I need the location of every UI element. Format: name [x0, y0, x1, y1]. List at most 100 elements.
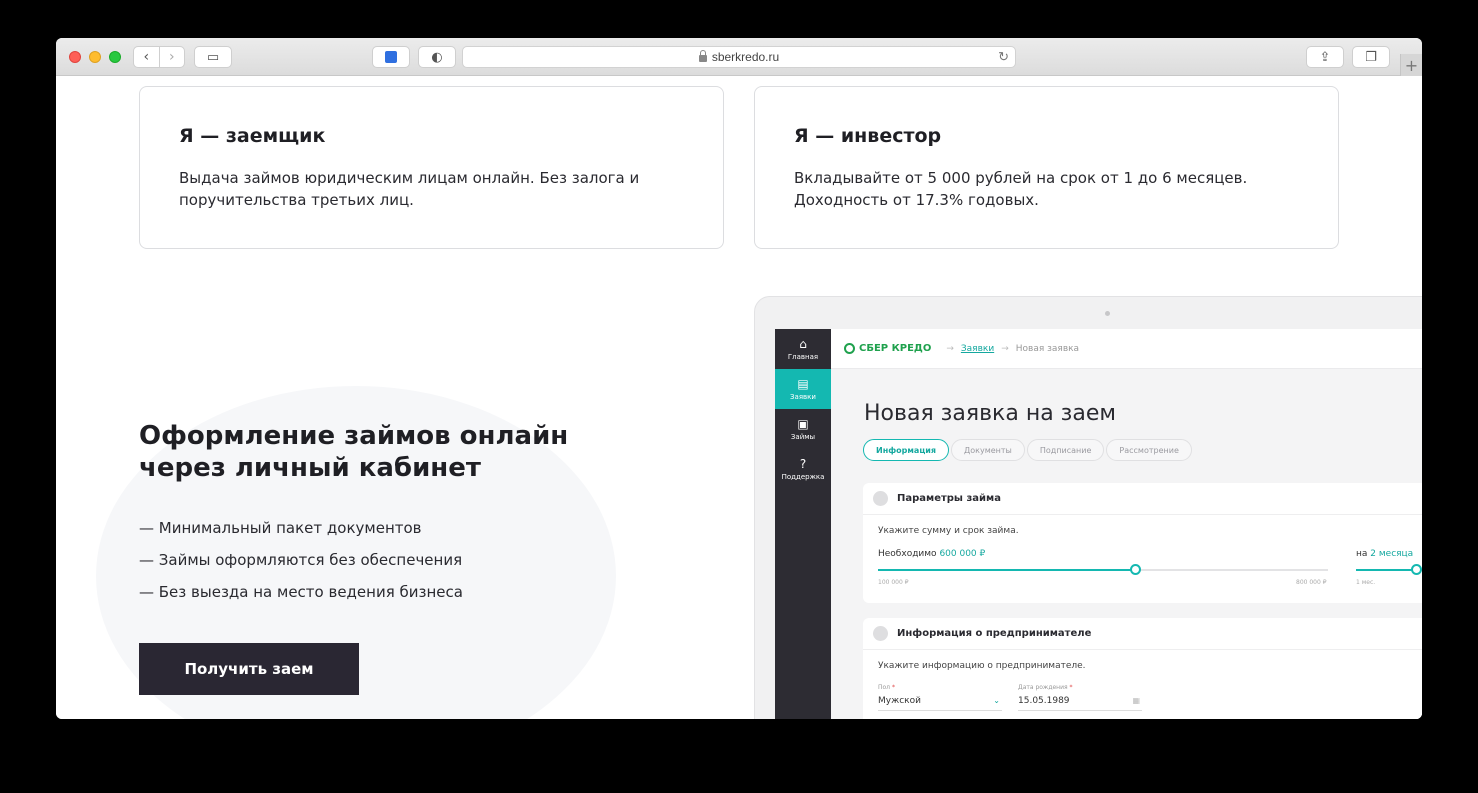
amount-slider — [878, 564, 1328, 575]
birth-date-label-text: Дата рождения — [1018, 684, 1068, 691]
step-information: Информация — [863, 439, 949, 461]
app-sidebar: ⌂ Главная ▤ Заявки ▣ Займы ? Поддержка — [775, 329, 831, 719]
step-review: Рассмотрение — [1106, 439, 1192, 461]
list-item: — Без выезда на место ведения бизнеса — [139, 583, 463, 601]
shield-icon: ◐ — [431, 49, 443, 65]
reload-icon[interactable]: ↻ — [998, 49, 1009, 65]
step-documents: Документы — [951, 439, 1025, 461]
birth-date-label: Дата рождения * — [1018, 684, 1073, 691]
borrower-card[interactable]: Я — заемщик Выдача займов юридическим ли… — [139, 86, 724, 249]
arrow-right-icon: → — [946, 343, 954, 354]
address-bar[interactable]: sberkredo.ru ↻ — [462, 46, 1016, 68]
zoom-window-button[interactable] — [109, 51, 121, 63]
plus-icon[interactable]: + — [1400, 54, 1422, 76]
card-title: Я — инвестор — [794, 125, 942, 147]
logo-text: СБЕР КРЕДО — [859, 343, 932, 354]
sidebar-item-label: Главная — [787, 352, 819, 361]
sidebar-item-label: Займы — [790, 432, 816, 441]
chevron-left-icon[interactable]: ‹ — [134, 47, 160, 67]
app-header: СБЕР КРЕДО → Заявки → Новая заявка — [831, 329, 1422, 369]
page-content: Я — заемщик Выдача займов юридическим ли… — [56, 76, 1422, 719]
share-button[interactable]: ⇪ — [1306, 46, 1344, 68]
card-text: Вкладывайте от 5 000 рублей на срок от 1… — [794, 169, 1248, 209]
term-slider — [1356, 564, 1422, 575]
step-signing: Подписание — [1026, 439, 1105, 461]
amount-slider-fill — [878, 569, 1135, 571]
sidebar-icon: ▭ — [206, 49, 220, 65]
list-item: — Займы оформляются без обеспечения — [139, 551, 463, 569]
amount-value: 600 000 ₽ — [939, 549, 986, 559]
gender-select: Мужской ⌄ — [878, 696, 1002, 711]
arrow-right-icon: → — [1001, 343, 1009, 354]
required-mark: * — [891, 684, 895, 691]
birth-date-value: 15.05.1989 — [1018, 696, 1070, 706]
extension-button[interactable] — [372, 46, 410, 68]
loan-params-panel: Параметры займа Укажите сумму и срок зай… — [863, 483, 1422, 603]
extension-icon — [385, 51, 397, 63]
list-item: — Минимальный пакет документов — [139, 519, 422, 537]
panel-heading-text: Параметры займа — [897, 493, 1001, 504]
tabs-overview-button[interactable]: ❐ — [1352, 46, 1390, 68]
panel-heading: Параметры займа — [863, 483, 1422, 515]
sidebar-item-requests: ▤ Заявки — [775, 369, 831, 409]
feature-list: — Минимальный пакет документов — Займы о… — [139, 512, 463, 608]
gender-label: Пол * — [878, 684, 895, 691]
user-icon — [873, 626, 888, 641]
amount-label-text: Необходимо — [878, 549, 937, 559]
wallet-icon — [873, 491, 888, 506]
amount-max: 800 000 ₽ — [1296, 579, 1327, 586]
card-text: Выдача займов юридическим лицам онлайн. … — [179, 169, 640, 209]
entrepreneur-panel: Информация о предпринимателе Укажите инф… — [863, 618, 1422, 719]
calendar-icon: ▦ — [1132, 696, 1140, 705]
step-tabs: Информация Документы Подписание Рассмотр… — [863, 439, 1194, 461]
required-mark: * — [1069, 684, 1073, 691]
sidebar-toggle-button[interactable]: ▭ — [194, 46, 232, 68]
card-title: Я — заемщик — [179, 125, 326, 147]
document-icon: ▤ — [797, 376, 809, 391]
chevron-right-icon[interactable]: › — [160, 47, 185, 67]
birth-date-field: 15.05.1989 ▦ — [1018, 696, 1142, 711]
close-window-button[interactable] — [69, 51, 81, 63]
term-label: на 2 месяца — [1356, 549, 1413, 559]
term-slider-handle — [1411, 564, 1422, 575]
home-icon: ⌂ — [799, 336, 807, 351]
panel-heading: Информация о предпринимателе — [863, 618, 1422, 650]
sidebar-item-label: Заявки — [790, 392, 816, 401]
logo-icon — [844, 343, 855, 354]
amount-min: 100 000 ₽ — [878, 579, 909, 586]
app-screenshot: ⌂ Главная ▤ Заявки ▣ Займы ? Поддержка С… — [775, 329, 1422, 719]
breadcrumb-link: Заявки — [960, 343, 995, 354]
panel-heading-text: Информация о предпринимателе — [897, 628, 1092, 639]
tabs-icon: ❐ — [1365, 49, 1377, 65]
navigation-buttons: ‹ › — [133, 46, 185, 68]
amount-label: Необходимо 600 000 ₽ — [878, 549, 985, 559]
privacy-button[interactable]: ◐ — [418, 46, 456, 68]
section-title: Оформление займов онлайн через личный ка… — [139, 421, 569, 483]
get-loan-button[interactable]: Получить заем — [139, 643, 359, 695]
sidebar-item-loans: ▣ Займы — [775, 409, 831, 449]
chevron-down-icon: ⌄ — [993, 696, 1000, 705]
camera-dot — [1105, 311, 1110, 316]
investor-card[interactable]: Я — инвестор Вкладывайте от 5 000 рублей… — [754, 86, 1339, 249]
wallet-icon: ▣ — [797, 416, 809, 431]
amount-slider-handle — [1129, 564, 1141, 575]
gender-value: Мужской — [878, 696, 921, 706]
share-icon: ⇪ — [1319, 49, 1331, 65]
help-icon: ? — [799, 456, 807, 471]
panel-hint: Укажите информацию о предпринимателе. — [878, 661, 1086, 671]
term-label-text: на — [1356, 549, 1368, 559]
url-text: sberkredo.ru — [711, 50, 780, 64]
browser-window: ‹ › ▭ ◐ sberkredo.ru ↻ ⇪ ❐ + Я — заемщик… — [56, 38, 1422, 719]
app-page-title: Новая заявка на заем — [864, 401, 1116, 426]
term-value: 2 месяца — [1370, 549, 1414, 559]
breadcrumb-current: Новая заявка — [1015, 343, 1080, 354]
panel-hint: Укажите сумму и срок займа. — [878, 526, 1019, 536]
lock-icon — [698, 49, 707, 62]
term-slider-fill — [1356, 569, 1416, 571]
laptop-mockup: ⌂ Главная ▤ Заявки ▣ Займы ? Поддержка С… — [754, 296, 1422, 719]
term-min: 1 мес. — [1356, 579, 1376, 586]
sidebar-item-label: Поддержка — [781, 472, 825, 481]
sidebar-item-home: ⌂ Главная — [775, 329, 831, 369]
minimize-window-button[interactable] — [89, 51, 101, 63]
gender-label-text: Пол — [878, 684, 891, 691]
